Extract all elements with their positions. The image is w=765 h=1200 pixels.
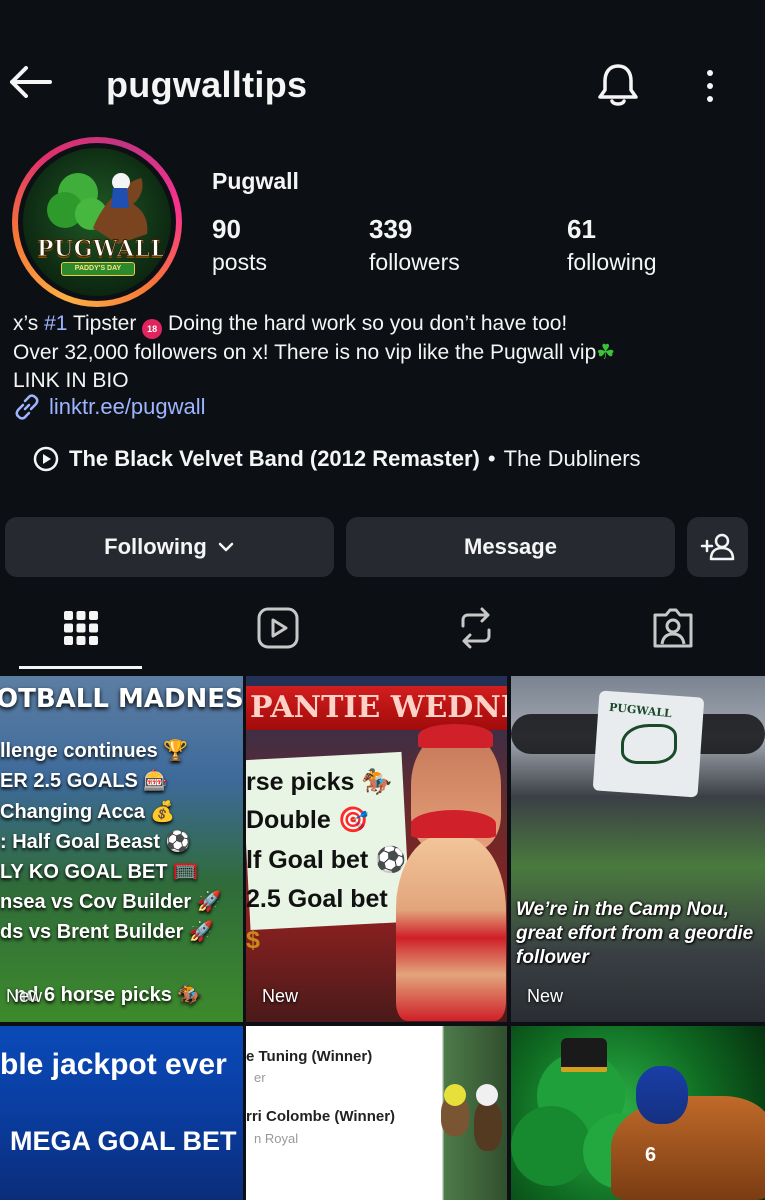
top-bar: pugwalltips [0, 50, 765, 120]
followers-stat[interactable]: 339 followers [369, 214, 460, 276]
tab-reels[interactable] [207, 585, 348, 670]
song-title: The Black Velvet Band (2012 Remaster) [69, 446, 480, 471]
grid-icon [63, 610, 98, 645]
post-2-heading: PANTIE WEDNE [246, 686, 507, 730]
followers-label: followers [369, 249, 460, 275]
active-tab-indicator [19, 666, 142, 669]
more-options-button[interactable] [690, 64, 730, 108]
bio: x’s #1 Tipster 18 Doing the hard work so… [13, 310, 753, 395]
posts-count: 90 [212, 214, 241, 244]
post-5-line: rri Colombe (Winner) [246, 1108, 396, 1125]
suggested-users-button[interactable] [687, 517, 748, 577]
no-under-18-icon: 18 [142, 319, 163, 339]
profile-tabs [0, 585, 765, 670]
new-badge: New [6, 986, 43, 1006]
cap-icon [411, 810, 496, 838]
saddle-number: 6 [645, 1144, 657, 1166]
hashtag-link[interactable]: #1 [44, 312, 67, 335]
post-1-line: LY KO GOAL BET 🥅 [0, 861, 198, 883]
post-1-heading: OTBALL MADNES [0, 684, 243, 714]
post-1-line: : Half Goal Beast ⚽ [0, 831, 191, 853]
bio-link-text: linktr.ee/pugwall [49, 394, 206, 419]
story-ring[interactable]: PUGWALL PADDY'S DAY [12, 137, 182, 307]
music-separator: • [487, 446, 496, 471]
jockey-figure [444, 1084, 466, 1106]
jockey-figure [476, 1084, 498, 1106]
avatar-logo-text: PUGWALL [37, 236, 167, 263]
following-stat[interactable]: 61 following [567, 214, 657, 276]
post-1-line: nd 6 horse picks 🏇 [14, 984, 203, 1006]
post-5-line: e Tuning (Winner) [246, 1048, 373, 1065]
post-tile-3[interactable]: PUGWALL We’re in the Camp Nou, great eff… [511, 676, 765, 1022]
posts-label: posts [212, 249, 267, 275]
new-badge: New [262, 986, 299, 1006]
post-1-line: ds vs Brent Builder 🚀 [0, 921, 214, 943]
post-tile-5[interactable]: e Tuning (Winner) er rri Colombe (Winner… [246, 1026, 507, 1200]
link-icon [15, 394, 39, 420]
dot-icon [707, 96, 713, 102]
bio-line-1: x’s #1 Tipster 18 Doing the hard work so… [13, 310, 753, 339]
new-badge: New [527, 986, 564, 1006]
post-5-subline: n Royal [254, 1131, 299, 1146]
jockey-figure [636, 1066, 688, 1124]
post-1-line: llenge continues 🏆 [0, 740, 189, 762]
post-3-caption: We’re in the Camp Nou, great effort from… [516, 899, 754, 968]
message-button[interactable]: Message [346, 517, 675, 577]
top-hat-icon [561, 1038, 607, 1072]
back-button[interactable] [6, 62, 54, 102]
post-1-line: ER 2.5 GOALS 🎰 [0, 770, 169, 792]
tagged-icon [653, 608, 692, 647]
post-tile-6[interactable]: 6 [511, 1026, 765, 1200]
bio-line-3: LINK IN BIO [13, 369, 129, 392]
song-artist: The Dubliners [503, 446, 641, 471]
followers-count: 339 [369, 214, 413, 244]
message-button-label: Message [464, 534, 557, 559]
cap-icon [418, 724, 493, 748]
horse-figure [474, 1101, 502, 1151]
horse-logo-icon [621, 724, 677, 764]
post-5-subline: er [254, 1070, 266, 1085]
tab-posts-grid[interactable] [10, 585, 151, 670]
bio-link[interactable]: linktr.ee/pugwall [13, 393, 206, 421]
dot-icon [707, 83, 713, 89]
reposts-icon [461, 607, 490, 648]
bio-line-2: Over 32,000 followers on x! There is no … [13, 341, 616, 364]
post-2-line: rse picks 🏇 [246, 768, 393, 796]
following-label: following [567, 249, 657, 275]
add-user-icon [700, 533, 734, 561]
post-2-line: lf Goal bet ⚽ [246, 846, 407, 874]
horse-figure [611, 1096, 765, 1200]
chevron-down-icon [218, 542, 234, 552]
posts-grid: OTBALL MADNES llenge continues 🏆 ER 2.5 … [0, 676, 765, 1200]
post-tile-2[interactable]: PANTIE WEDNE rse picks 🏇 Double 🎯 lf Goa… [246, 676, 507, 1022]
post-2-line: $ [246, 926, 260, 954]
display-name: Pugwall [212, 168, 299, 194]
reels-icon [257, 607, 298, 648]
post-1-line: nsea vs Cov Builder 🚀 [0, 891, 222, 913]
dot-icon [707, 70, 713, 76]
post-4-heading: ble jackpot ever [0, 1048, 227, 1081]
bell-icon [598, 64, 638, 106]
back-arrow-icon [10, 66, 52, 98]
following-button[interactable]: Following [5, 517, 334, 577]
avatar-ribbon: PADDY'S DAY [61, 262, 135, 276]
posts-stat[interactable]: 90 posts [212, 214, 267, 276]
following-button-label: Following [104, 534, 207, 559]
profile-music[interactable]: The Black Velvet Band (2012 Remaster) • … [33, 446, 641, 472]
post-tile-1[interactable]: OTBALL MADNES llenge continues 🏆 ER 2.5 … [0, 676, 243, 1022]
profile-username: pugwalltips [106, 64, 308, 105]
tab-tagged[interactable] [602, 585, 743, 670]
following-count: 61 [567, 214, 596, 244]
avatar: PUGWALL PADDY'S DAY [23, 148, 171, 296]
person-figure [396, 836, 506, 1021]
shamrock-icon: ☘ [596, 341, 616, 364]
play-circle-icon [33, 446, 59, 472]
post-1-line: Changing Acca 💰 [0, 801, 176, 823]
notifications-button[interactable] [596, 62, 640, 108]
post-4-line: MEGA GOAL BET [10, 1126, 237, 1156]
post-tile-4[interactable]: ble jackpot ever MEGA GOAL BET [0, 1026, 243, 1200]
post-2-line: Double 🎯 [246, 806, 369, 834]
tab-reposts[interactable] [405, 585, 546, 670]
